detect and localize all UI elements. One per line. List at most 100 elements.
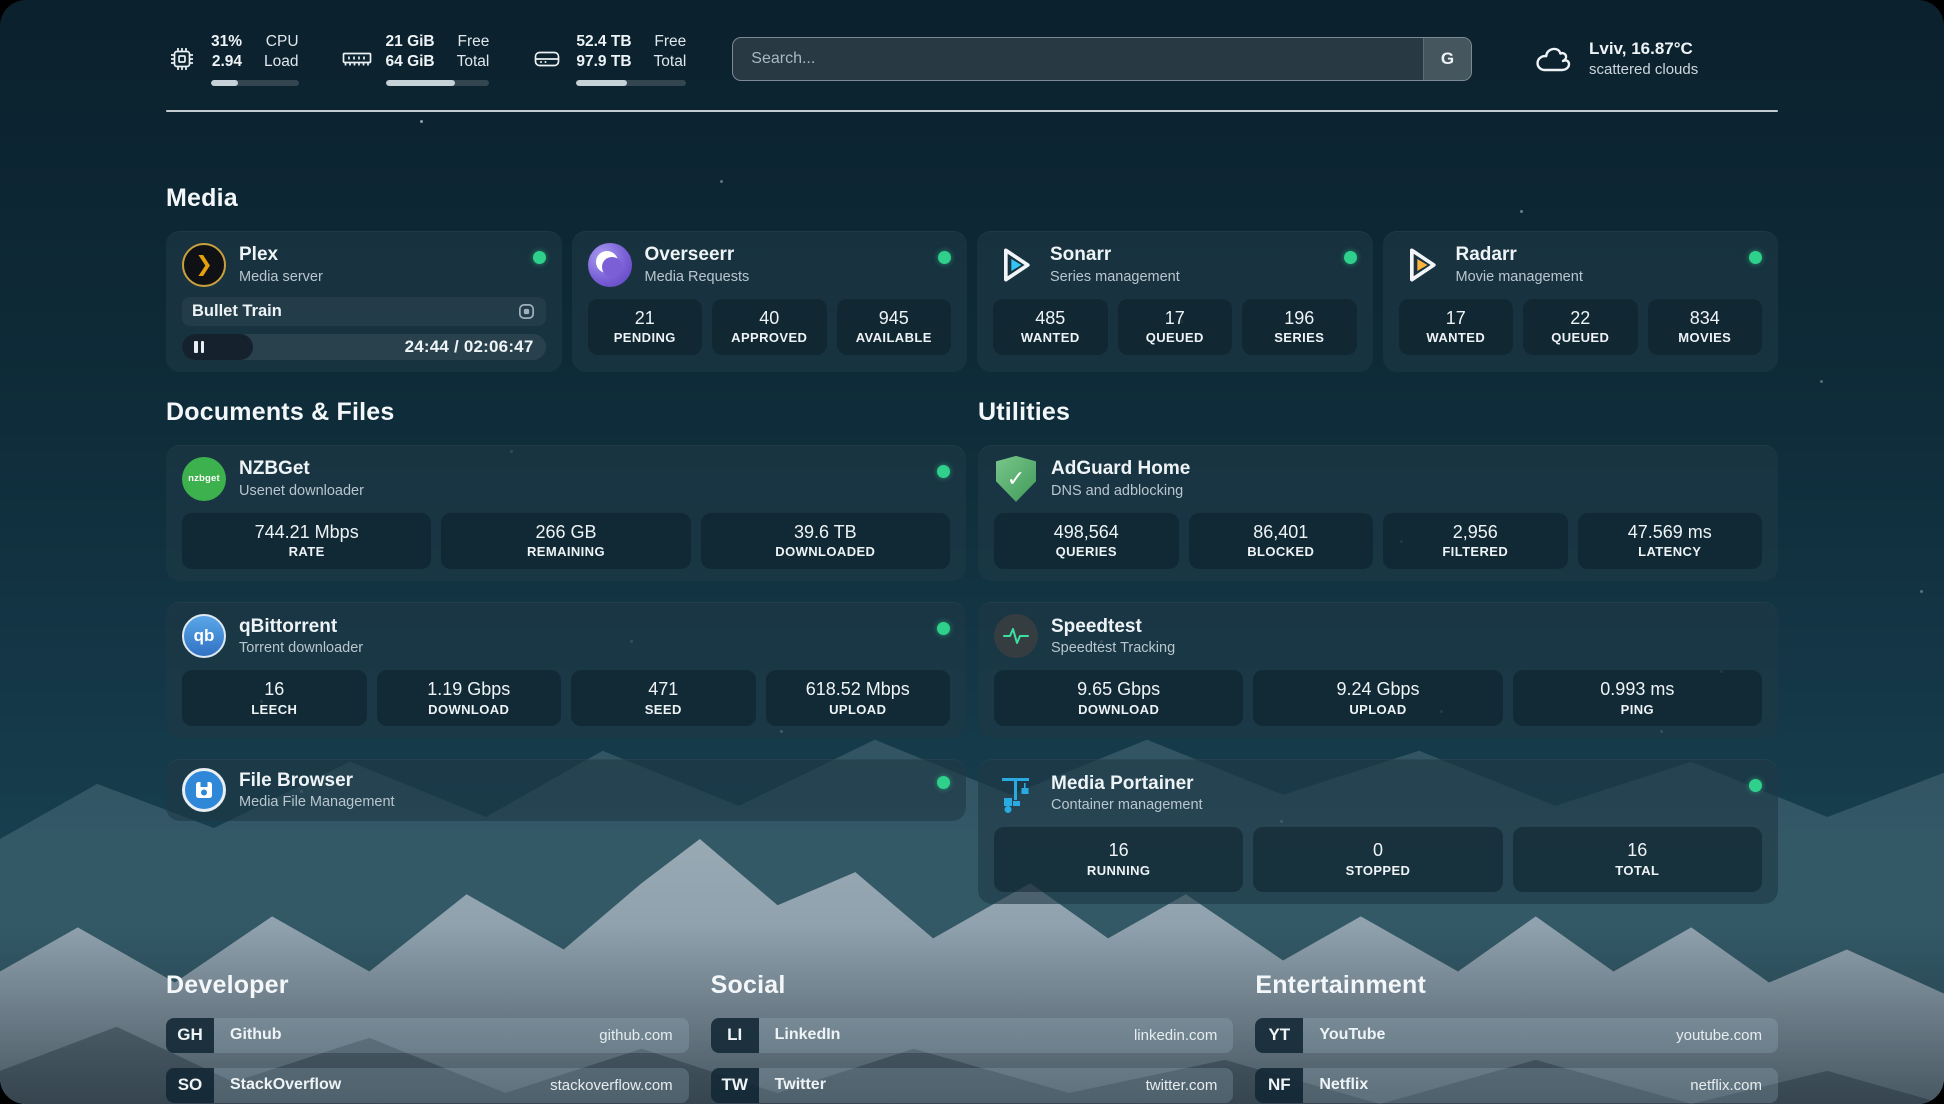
nzbget-stat-rate: 744.21 Mbps RATE	[182, 513, 431, 569]
qbittorrent-stat-seed: 471 SEED	[571, 670, 756, 726]
search-bar: G	[732, 37, 1472, 81]
adguard-subtitle: DNS and adblocking	[1051, 482, 1762, 501]
adguard-stat-queries: 498,564 QUERIES	[994, 513, 1179, 569]
portainer-stat-running: 16 RUNNING	[994, 827, 1243, 891]
speedtest-card[interactable]: Speedtest Speedtest Tracking 9.65 Gbps D…	[978, 602, 1778, 738]
developer-section: Developer GH Github github.com SO StackO…	[166, 971, 689, 1104]
overseerr-title: Overseerr	[645, 243, 926, 267]
overseerr-status-dot	[938, 251, 951, 264]
cpu-stat: 31% 2.94 CPU Load	[166, 32, 299, 86]
plex-subtitle: Media server	[239, 268, 520, 287]
utilities-section-title: Utilities	[978, 398, 1778, 427]
sonarr-status-dot	[1344, 251, 1357, 264]
sonarr-logo-icon	[993, 243, 1037, 287]
memory-free-label: Free	[457, 32, 490, 52]
dashboard-window: 31% 2.94 CPU Load	[0, 0, 1944, 1104]
speedtest-stat-ping: 0.993 ms PING	[1513, 670, 1762, 726]
github-abbr-badge: GH	[166, 1018, 214, 1053]
adguard-stat-blocked: 86,401 BLOCKED	[1189, 513, 1374, 569]
adguard-stat-latency: 47.569 ms LATENCY	[1578, 513, 1763, 569]
pause-icon[interactable]	[194, 341, 204, 353]
sonarr-card[interactable]: Sonarr Series management 485 WANTED	[977, 231, 1373, 372]
speedtest-subtitle: Speedtest Tracking	[1051, 639, 1762, 658]
qbittorrent-card[interactable]: qb qBittorrent Torrent downloader 16 LEE…	[166, 602, 966, 738]
weather-location-temp: Lviv, 16.87°C	[1589, 38, 1698, 60]
search-input[interactable]	[732, 37, 1472, 81]
sonarr-subtitle: Series management	[1050, 268, 1331, 287]
portainer-stat-stopped: 0 STOPPED	[1253, 827, 1502, 891]
nzbget-card[interactable]: nzbget NZBGet Usenet downloader 744.21 M…	[166, 445, 966, 581]
overseerr-card[interactable]: Overseerr Media Requests 21 PENDING	[572, 231, 968, 372]
radarr-card[interactable]: Radarr Movie management 17 WANTED 2	[1383, 231, 1779, 372]
sonarr-stat-wanted: 485 WANTED	[993, 299, 1108, 355]
entertainment-section: Entertainment YT YouTube youtube.com NF …	[1255, 971, 1778, 1104]
qbittorrent-status-dot	[937, 622, 950, 635]
cpu-progress-bar	[211, 80, 299, 86]
cpu-usage-value: 31%	[211, 32, 242, 52]
overseerr-stat-available: 945 AVAILABLE	[837, 299, 952, 355]
portainer-subtitle: Container management	[1051, 796, 1736, 815]
overseerr-logo-icon	[588, 243, 632, 287]
overseerr-stat-approved: 40 APPROVED	[712, 299, 827, 355]
cpu-icon	[166, 44, 198, 74]
adguard-card[interactable]: ✓ AdGuard Home DNS and adblocking 498,56…	[978, 445, 1778, 581]
portainer-card[interactable]: Media Portainer Container management 16 …	[978, 759, 1778, 903]
memory-free-value: 21 GiB	[386, 32, 435, 52]
cpu-load-value: 2.94	[211, 52, 242, 72]
plex-card[interactable]: ❯ Plex Media server Bullet Train	[166, 231, 562, 372]
radarr-stat-wanted: 17 WANTED	[1399, 299, 1514, 355]
plex-progress-bar[interactable]: 24:44 / 02:06:47	[182, 334, 546, 360]
nzbget-stat-downloaded: 39.6 TB DOWNLOADED	[701, 513, 950, 569]
speedtest-stat-upload: 9.24 Gbps UPLOAD	[1253, 670, 1502, 726]
overseerr-stat-pending: 21 PENDING	[588, 299, 703, 355]
disk-icon	[531, 44, 563, 74]
link-twitter[interactable]: TW Twitter twitter.com	[711, 1068, 1234, 1103]
ram-icon	[341, 44, 373, 74]
link-stackoverflow[interactable]: SO StackOverflow stackoverflow.com	[166, 1068, 689, 1103]
adguard-stat-filtered: 2,956 FILTERED	[1383, 513, 1568, 569]
disk-free-label: Free	[654, 32, 687, 52]
plex-logo-icon: ❯	[182, 243, 226, 287]
plex-time-display: 24:44 / 02:06:47	[405, 337, 534, 357]
radarr-status-dot	[1749, 251, 1762, 264]
nzbget-subtitle: Usenet downloader	[239, 482, 924, 501]
top-bar: 31% 2.94 CPU Load	[166, 0, 1778, 86]
portainer-stat-total: 16 TOTAL	[1513, 827, 1762, 891]
link-linkedin[interactable]: LI LinkedIn linkedin.com	[711, 1018, 1234, 1053]
media-section: Media ❯ Plex Media server	[166, 184, 1778, 372]
developer-section-title: Developer	[166, 971, 689, 1000]
disk-progress-bar	[576, 80, 686, 86]
plex-now-playing-title: Bullet Train	[192, 302, 517, 321]
link-github[interactable]: GH Github github.com	[166, 1018, 689, 1053]
radarr-stat-queued: 22 QUEUED	[1523, 299, 1638, 355]
speedtest-title: Speedtest	[1051, 615, 1762, 639]
plex-progress-elapsed	[182, 334, 253, 360]
plex-status-dot	[533, 251, 546, 264]
search-engine-button[interactable]: G	[1423, 38, 1471, 80]
portainer-status-dot	[1749, 779, 1762, 792]
nzbget-title: NZBGet	[239, 457, 924, 481]
filebrowser-status-dot	[937, 776, 950, 789]
filebrowser-card[interactable]: File Browser Media File Management	[166, 759, 966, 821]
adguard-logo-icon: ✓	[994, 457, 1038, 501]
cloud-icon	[1530, 42, 1574, 76]
disk-total-label: Total	[654, 52, 687, 72]
disk-progress-fill	[576, 80, 627, 86]
filebrowser-subtitle: Media File Management	[239, 793, 924, 812]
weather-condition: scattered clouds	[1589, 60, 1698, 80]
portainer-logo-icon	[994, 771, 1038, 815]
plex-now-playing-row: Bullet Train	[182, 297, 546, 326]
sonarr-stat-series: 196 SERIES	[1242, 299, 1357, 355]
memory-progress-fill	[386, 80, 456, 86]
qbittorrent-stat-download: 1.19 Gbps DOWNLOAD	[377, 670, 562, 726]
qbittorrent-title: qBittorrent	[239, 615, 924, 639]
link-youtube[interactable]: YT YouTube youtube.com	[1255, 1018, 1778, 1053]
documents-section-title: Documents & Files	[166, 398, 966, 427]
overseerr-subtitle: Media Requests	[645, 268, 926, 287]
entertainment-section-title: Entertainment	[1255, 971, 1778, 1000]
cpu-load-label: Load	[264, 52, 298, 72]
filebrowser-logo-icon	[182, 768, 226, 812]
radarr-logo-icon	[1399, 243, 1443, 287]
link-netflix[interactable]: NF Netflix netflix.com	[1255, 1068, 1778, 1103]
nzbget-logo-icon: nzbget	[182, 457, 226, 501]
